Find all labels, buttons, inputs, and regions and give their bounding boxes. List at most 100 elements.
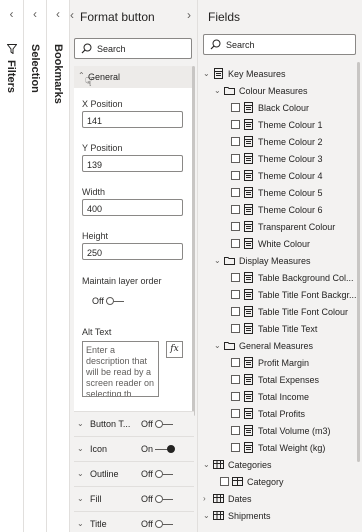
maintain-layer-order-state: Off: [92, 296, 104, 306]
back-chevron-icon[interactable]: ‹: [70, 8, 74, 22]
field-row-table[interactable]: ⌄ Categories: [198, 457, 356, 474]
collapse-caret-icon[interactable]: ⌄: [214, 341, 221, 350]
field-checkbox[interactable]: [231, 137, 240, 146]
field-row-measure[interactable]: Theme Colour 4: [198, 168, 356, 185]
format-pane-scrollbar[interactable]: [192, 66, 195, 416]
collapse-caret-icon[interactable]: ⌄: [214, 256, 221, 265]
button-text-toggle[interactable]: Off: [141, 419, 181, 429]
field-label: Shipments: [228, 511, 271, 521]
field-checkbox[interactable]: [231, 358, 240, 367]
field-row-measure[interactable]: Theme Colour 5: [198, 185, 356, 202]
collapse-caret-icon[interactable]: ⌄: [203, 511, 210, 520]
collapse-caret-icon[interactable]: ⌄: [203, 460, 210, 469]
field-row-measure[interactable]: Table Title Text: [198, 321, 356, 338]
fill-toggle[interactable]: Off: [141, 494, 181, 504]
outline-toggle[interactable]: Off: [141, 469, 181, 479]
field-row-measure[interactable]: Transparent Colour: [198, 219, 356, 236]
measure-icon: [244, 221, 253, 232]
title-toggle[interactable]: Off: [141, 519, 181, 529]
format-pane-header: ‹ Format button ›: [70, 0, 197, 34]
expand-selection-chevron-icon[interactable]: ‹: [24, 7, 46, 21]
collapse-caret-icon[interactable]: ⌃: [78, 71, 85, 80]
field-row-measure[interactable]: Total Volume (m3): [198, 423, 356, 440]
title-section[interactable]: ⌄ Title Off: [74, 511, 194, 532]
field-checkbox[interactable]: [220, 477, 229, 486]
expand-caret-icon[interactable]: ›: [203, 494, 206, 503]
field-row-measure[interactable]: White Colour: [198, 236, 356, 253]
field-row-folder[interactable]: ⌄ Colour Measures: [198, 83, 356, 100]
field-row-measure[interactable]: Theme Colour 6: [198, 202, 356, 219]
field-row-measure[interactable]: Total Income: [198, 389, 356, 406]
collapse-format-chevron-icon[interactable]: ›: [187, 8, 191, 22]
field-label: Display Measures: [239, 256, 311, 266]
expand-caret-icon[interactable]: ⌄: [77, 419, 84, 428]
expand-caret-icon[interactable]: ⌄: [77, 494, 84, 503]
expand-caret-icon[interactable]: ⌄: [77, 519, 84, 528]
maintain-layer-order-toggle[interactable]: Off: [92, 296, 132, 306]
icon-section[interactable]: ⌄ Icon On: [74, 436, 194, 460]
field-row-measure[interactable]: Theme Colour 1: [198, 117, 356, 134]
field-checkbox[interactable]: [231, 290, 240, 299]
x-position-input[interactable]: 141: [82, 111, 183, 128]
field-row-folder[interactable]: ⌄ Display Measures: [198, 253, 356, 270]
format-pane: ‹ Format button › Search ⌃ General ☟ X P…: [70, 0, 198, 532]
filters-pane[interactable]: ‹ Filters: [0, 0, 24, 532]
field-row-column[interactable]: Category: [198, 474, 356, 491]
fields-pane-scrollbar[interactable]: [357, 62, 360, 462]
field-checkbox[interactable]: [231, 239, 240, 248]
field-checkbox[interactable]: [231, 205, 240, 214]
field-row-measure[interactable]: Total Expenses: [198, 372, 356, 389]
field-checkbox[interactable]: [231, 392, 240, 401]
field-checkbox[interactable]: [231, 188, 240, 197]
field-row-measure[interactable]: Total Profits: [198, 406, 356, 423]
expand-bookmarks-chevron-icon[interactable]: ‹: [47, 7, 69, 21]
field-checkbox[interactable]: [231, 409, 240, 418]
format-search-input[interactable]: Search: [74, 38, 192, 59]
field-label: Transparent Colour: [258, 222, 336, 232]
field-row-measure[interactable]: Table Title Font Colour: [198, 304, 356, 321]
field-row-measure[interactable]: Theme Colour 3: [198, 151, 356, 168]
selection-pane[interactable]: ‹ Selection: [24, 0, 47, 532]
field-row-measure[interactable]: Table Title Font Backgr...: [198, 287, 357, 304]
expand-caret-icon[interactable]: ⌄: [77, 469, 84, 478]
field-row-measure[interactable]: Profit Margin: [198, 355, 356, 372]
outline-section[interactable]: ⌄ Outline Off: [74, 461, 194, 485]
field-checkbox[interactable]: [231, 443, 240, 452]
field-row-table[interactable]: › Dates: [198, 491, 356, 508]
alt-text-textarea[interactable]: Enter a description that will be read by…: [82, 341, 159, 397]
field-checkbox[interactable]: [231, 222, 240, 231]
field-checkbox[interactable]: [231, 273, 240, 282]
field-checkbox[interactable]: [231, 171, 240, 180]
fill-section[interactable]: ⌄ Fill Off: [74, 486, 194, 510]
field-checkbox[interactable]: [231, 120, 240, 129]
general-section-header[interactable]: ⌃ General ☟: [74, 66, 194, 89]
expand-caret-icon[interactable]: ⌄: [77, 444, 84, 453]
table-icon: [213, 511, 224, 520]
field-row-measure[interactable]: Black Colour: [198, 100, 356, 117]
button-text-section[interactable]: ⌄ Button T... Off: [74, 411, 194, 435]
collapse-caret-icon[interactable]: ⌄: [203, 69, 210, 78]
field-checkbox[interactable]: [231, 154, 240, 163]
collapse-caret-icon[interactable]: ⌄: [214, 86, 221, 95]
fx-button[interactable]: fx: [166, 341, 183, 358]
field-row-table[interactable]: ⌄ Key Measures: [198, 66, 356, 83]
field-checkbox[interactable]: [231, 103, 240, 112]
field-label: Total Income: [258, 392, 310, 402]
y-position-input[interactable]: 139: [82, 155, 183, 172]
field-checkbox[interactable]: [231, 375, 240, 384]
width-input[interactable]: 400: [82, 199, 183, 216]
icon-toggle[interactable]: On: [141, 444, 181, 454]
field-checkbox[interactable]: [231, 307, 240, 316]
field-row-measure[interactable]: Theme Colour 2: [198, 134, 356, 151]
field-row-measure[interactable]: Table Background Col...: [198, 270, 356, 287]
format-search-placeholder: Search: [97, 44, 126, 54]
field-row-measure[interactable]: Total Weight (kg): [198, 440, 356, 457]
height-input[interactable]: 250: [82, 243, 183, 260]
expand-filters-chevron-icon[interactable]: ‹: [0, 7, 23, 21]
field-row-table[interactable]: ⌄ Shipments: [198, 508, 356, 525]
fields-search-input[interactable]: Search: [203, 34, 356, 55]
field-row-folder[interactable]: ⌄ General Measures: [198, 338, 356, 355]
field-checkbox[interactable]: [231, 324, 240, 333]
bookmarks-pane[interactable]: ‹ Bookmarks: [47, 0, 70, 532]
field-checkbox[interactable]: [231, 426, 240, 435]
